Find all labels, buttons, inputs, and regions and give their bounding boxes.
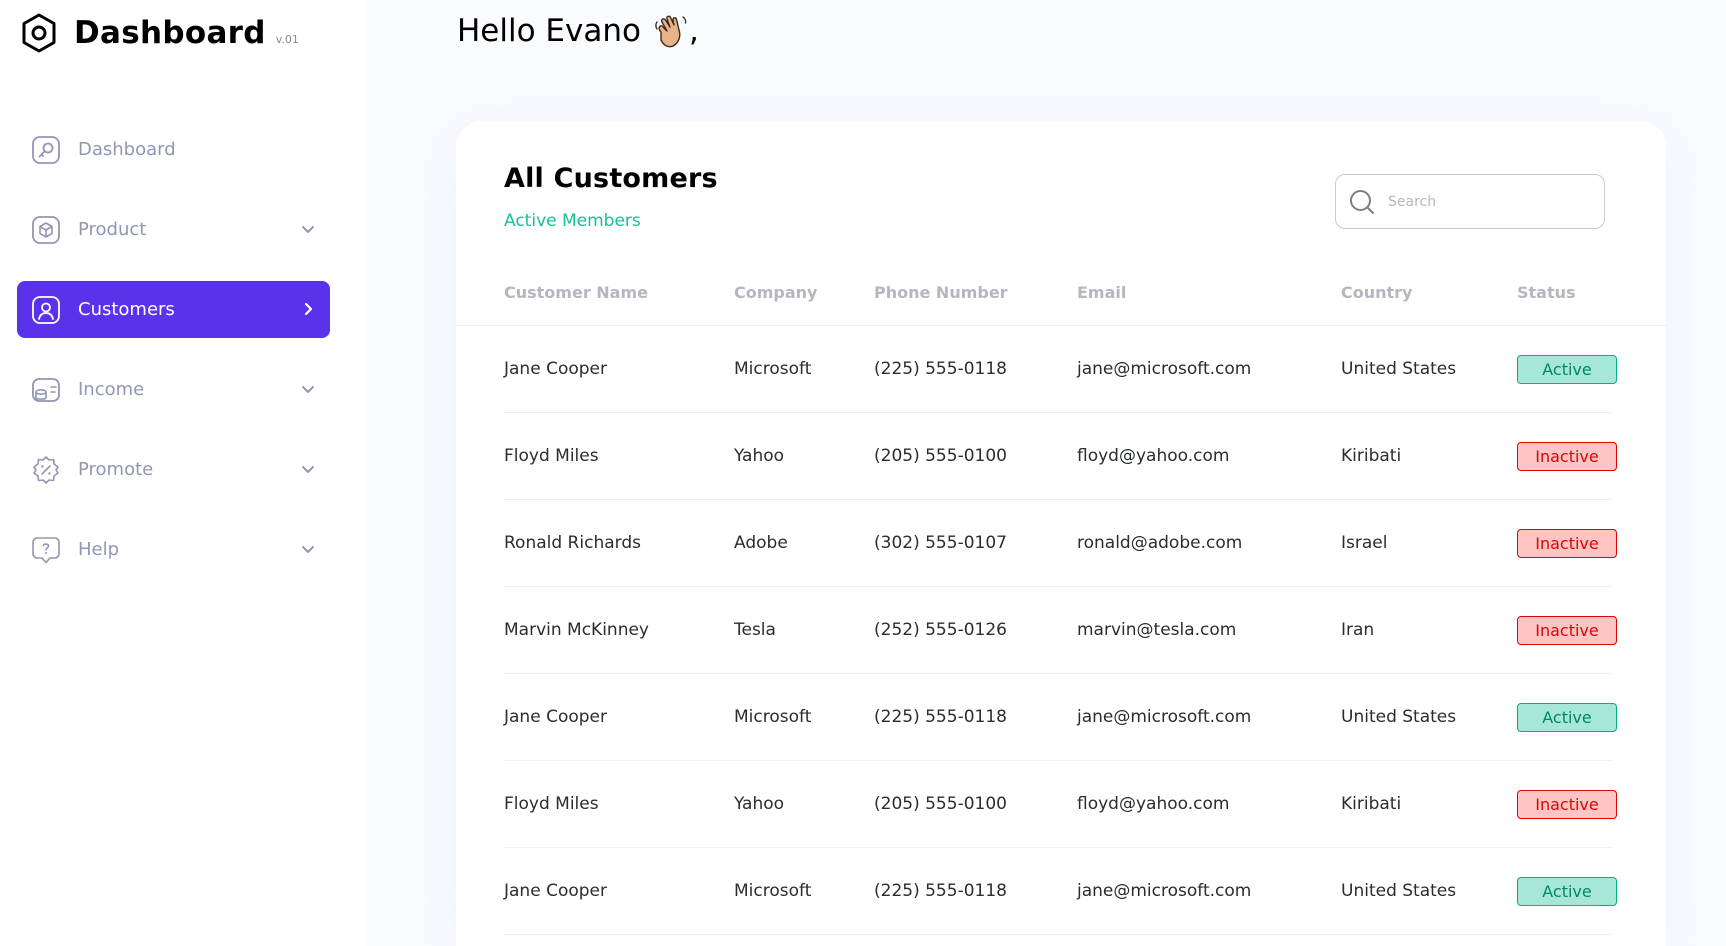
table-row[interactable]: Floyd Miles Yahoo (205) 555-0100 floyd@y… [504, 761, 1617, 848]
sidebar-item-product[interactable]: Product [17, 201, 330, 258]
search-box[interactable] [1335, 174, 1605, 229]
cell-customer-name: Floyd Miles [504, 446, 599, 466]
cell-email: jane@microsoft.com [1077, 707, 1252, 727]
column-header-country[interactable]: Country [1341, 261, 1412, 325]
table-row[interactable]: Jane Cooper Microsoft (225) 555-0118 jan… [504, 674, 1617, 761]
status-badge: Inactive [1517, 442, 1617, 471]
sidebar-item-customers[interactable]: Customers [17, 281, 330, 338]
cell-email: jane@microsoft.com [1077, 881, 1252, 901]
greeting-text: Hello Evano [457, 13, 641, 49]
cell-country: Kiribati [1341, 794, 1402, 814]
cell-country: Israel [1341, 533, 1388, 553]
table-header: Customer Name Company Phone Number Email… [456, 261, 1666, 326]
table-row[interactable]: Floyd Miles Yahoo (205) 555-0100 floyd@y… [504, 413, 1617, 500]
cell-company: Adobe [734, 533, 788, 553]
cell-country: United States [1341, 707, 1457, 727]
cell-customer-name: Jane Cooper [504, 707, 607, 727]
column-header-customer-name[interactable]: Customer Name [504, 261, 648, 325]
cell-country: United States [1341, 359, 1457, 379]
sidebar-item-label: Income [78, 379, 145, 400]
waving-hand-icon [655, 15, 687, 48]
table-row[interactable]: Marvin McKinney Tesla (252) 555-0126 mar… [504, 587, 1617, 674]
cell-country: Kiribati [1341, 446, 1402, 466]
cell-customer-name: Marvin McKinney [504, 620, 649, 640]
column-header-email[interactable]: Email [1077, 261, 1126, 325]
column-header-phone-number[interactable]: Phone Number [874, 261, 1008, 325]
sidebar-item-income[interactable]: Income [17, 361, 330, 418]
cell-customer-name: Ronald Richards [504, 533, 641, 553]
brand-title: Dashboard [74, 15, 266, 51]
wallet-money-icon [32, 377, 60, 402]
cell-customer-name: Jane Cooper [504, 881, 607, 901]
cell-email: floyd@yahoo.com [1077, 794, 1230, 814]
greeting-comma: , [688, 13, 699, 49]
cell-company: Microsoft [734, 707, 812, 727]
sidebar-item-dashboard[interactable]: Dashboard [17, 121, 330, 178]
status-badge: Active [1517, 355, 1617, 384]
greeting: Hello Evano , [457, 12, 699, 50]
key-square-icon [32, 135, 60, 164]
cell-phone: (225) 555-0118 [874, 359, 1007, 379]
status-badge: Inactive [1517, 790, 1617, 819]
cell-customer-name: Jane Cooper [504, 359, 607, 379]
discount-shape-icon [33, 455, 59, 484]
page-title: All Customers [504, 163, 718, 194]
table-row[interactable]: Jane Cooper Microsoft (225) 555-0118 jan… [504, 848, 1617, 935]
status-badge: Active [1517, 703, 1617, 732]
chevron-right-icon [304, 302, 313, 316]
cell-phone: (302) 555-0107 [874, 533, 1007, 553]
sidebar-item-label: Promote [78, 459, 154, 480]
cell-phone: (225) 555-0118 [874, 707, 1007, 727]
column-header-status[interactable]: Status [1517, 261, 1576, 325]
message-question-icon [32, 536, 60, 563]
cell-phone: (205) 555-0100 [874, 794, 1007, 814]
chevron-down-icon [302, 546, 314, 553]
chevron-down-icon [302, 466, 314, 473]
active-members-link[interactable]: Active Members [504, 211, 641, 231]
cell-company: Tesla [734, 620, 776, 640]
cell-company: Yahoo [734, 794, 785, 814]
cell-phone: (225) 555-0118 [874, 881, 1007, 901]
cell-email: marvin@tesla.com [1077, 620, 1237, 640]
user-square-icon [32, 295, 60, 324]
cell-email: floyd@yahoo.com [1077, 446, 1230, 466]
status-badge: Inactive [1517, 616, 1617, 645]
cell-company: Yahoo [734, 446, 785, 466]
chevron-down-icon [302, 386, 314, 393]
sidebar-item-promote[interactable]: Promote [17, 441, 330, 498]
cell-email: ronald@adobe.com [1077, 533, 1243, 553]
column-header-company[interactable]: Company [734, 261, 817, 325]
cell-company: Microsoft [734, 881, 812, 901]
brand[interactable]: Dashboard v.01 [20, 12, 299, 54]
cube-icon [32, 215, 60, 244]
sidebar: Dashboard v.01 Dashboard Product Custome… [0, 0, 366, 946]
search-input[interactable] [1388, 193, 1588, 210]
sidebar-item-label: Dashboard [78, 139, 176, 160]
sidebar-item-label: Customers [78, 299, 175, 320]
table-row[interactable]: Jane Cooper Microsoft (225) 555-0118 jan… [504, 326, 1617, 413]
cell-country: Iran [1341, 620, 1375, 640]
table-row[interactable]: Ronald Richards Adobe (302) 555-0107 ron… [504, 500, 1617, 587]
customers-card: All Customers Active Members Customer Na… [456, 121, 1666, 946]
cell-phone: (252) 555-0126 [874, 620, 1007, 640]
sidebar-item-label: Product [78, 219, 147, 240]
brand-version: v.01 [275, 32, 299, 46]
status-badge: Active [1517, 877, 1617, 906]
cell-phone: (205) 555-0100 [874, 446, 1007, 466]
cell-customer-name: Floyd Miles [504, 794, 599, 814]
cell-country: United States [1341, 881, 1457, 901]
sidebar-item-label: Help [78, 539, 120, 560]
cell-company: Microsoft [734, 359, 812, 379]
status-badge: Inactive [1517, 529, 1617, 558]
cell-email: jane@microsoft.com [1077, 359, 1252, 379]
hexagon-logo-icon [22, 13, 56, 53]
chevron-down-icon [302, 226, 314, 233]
sidebar-item-help[interactable]: Help [17, 521, 330, 578]
search-icon [1350, 189, 1374, 214]
